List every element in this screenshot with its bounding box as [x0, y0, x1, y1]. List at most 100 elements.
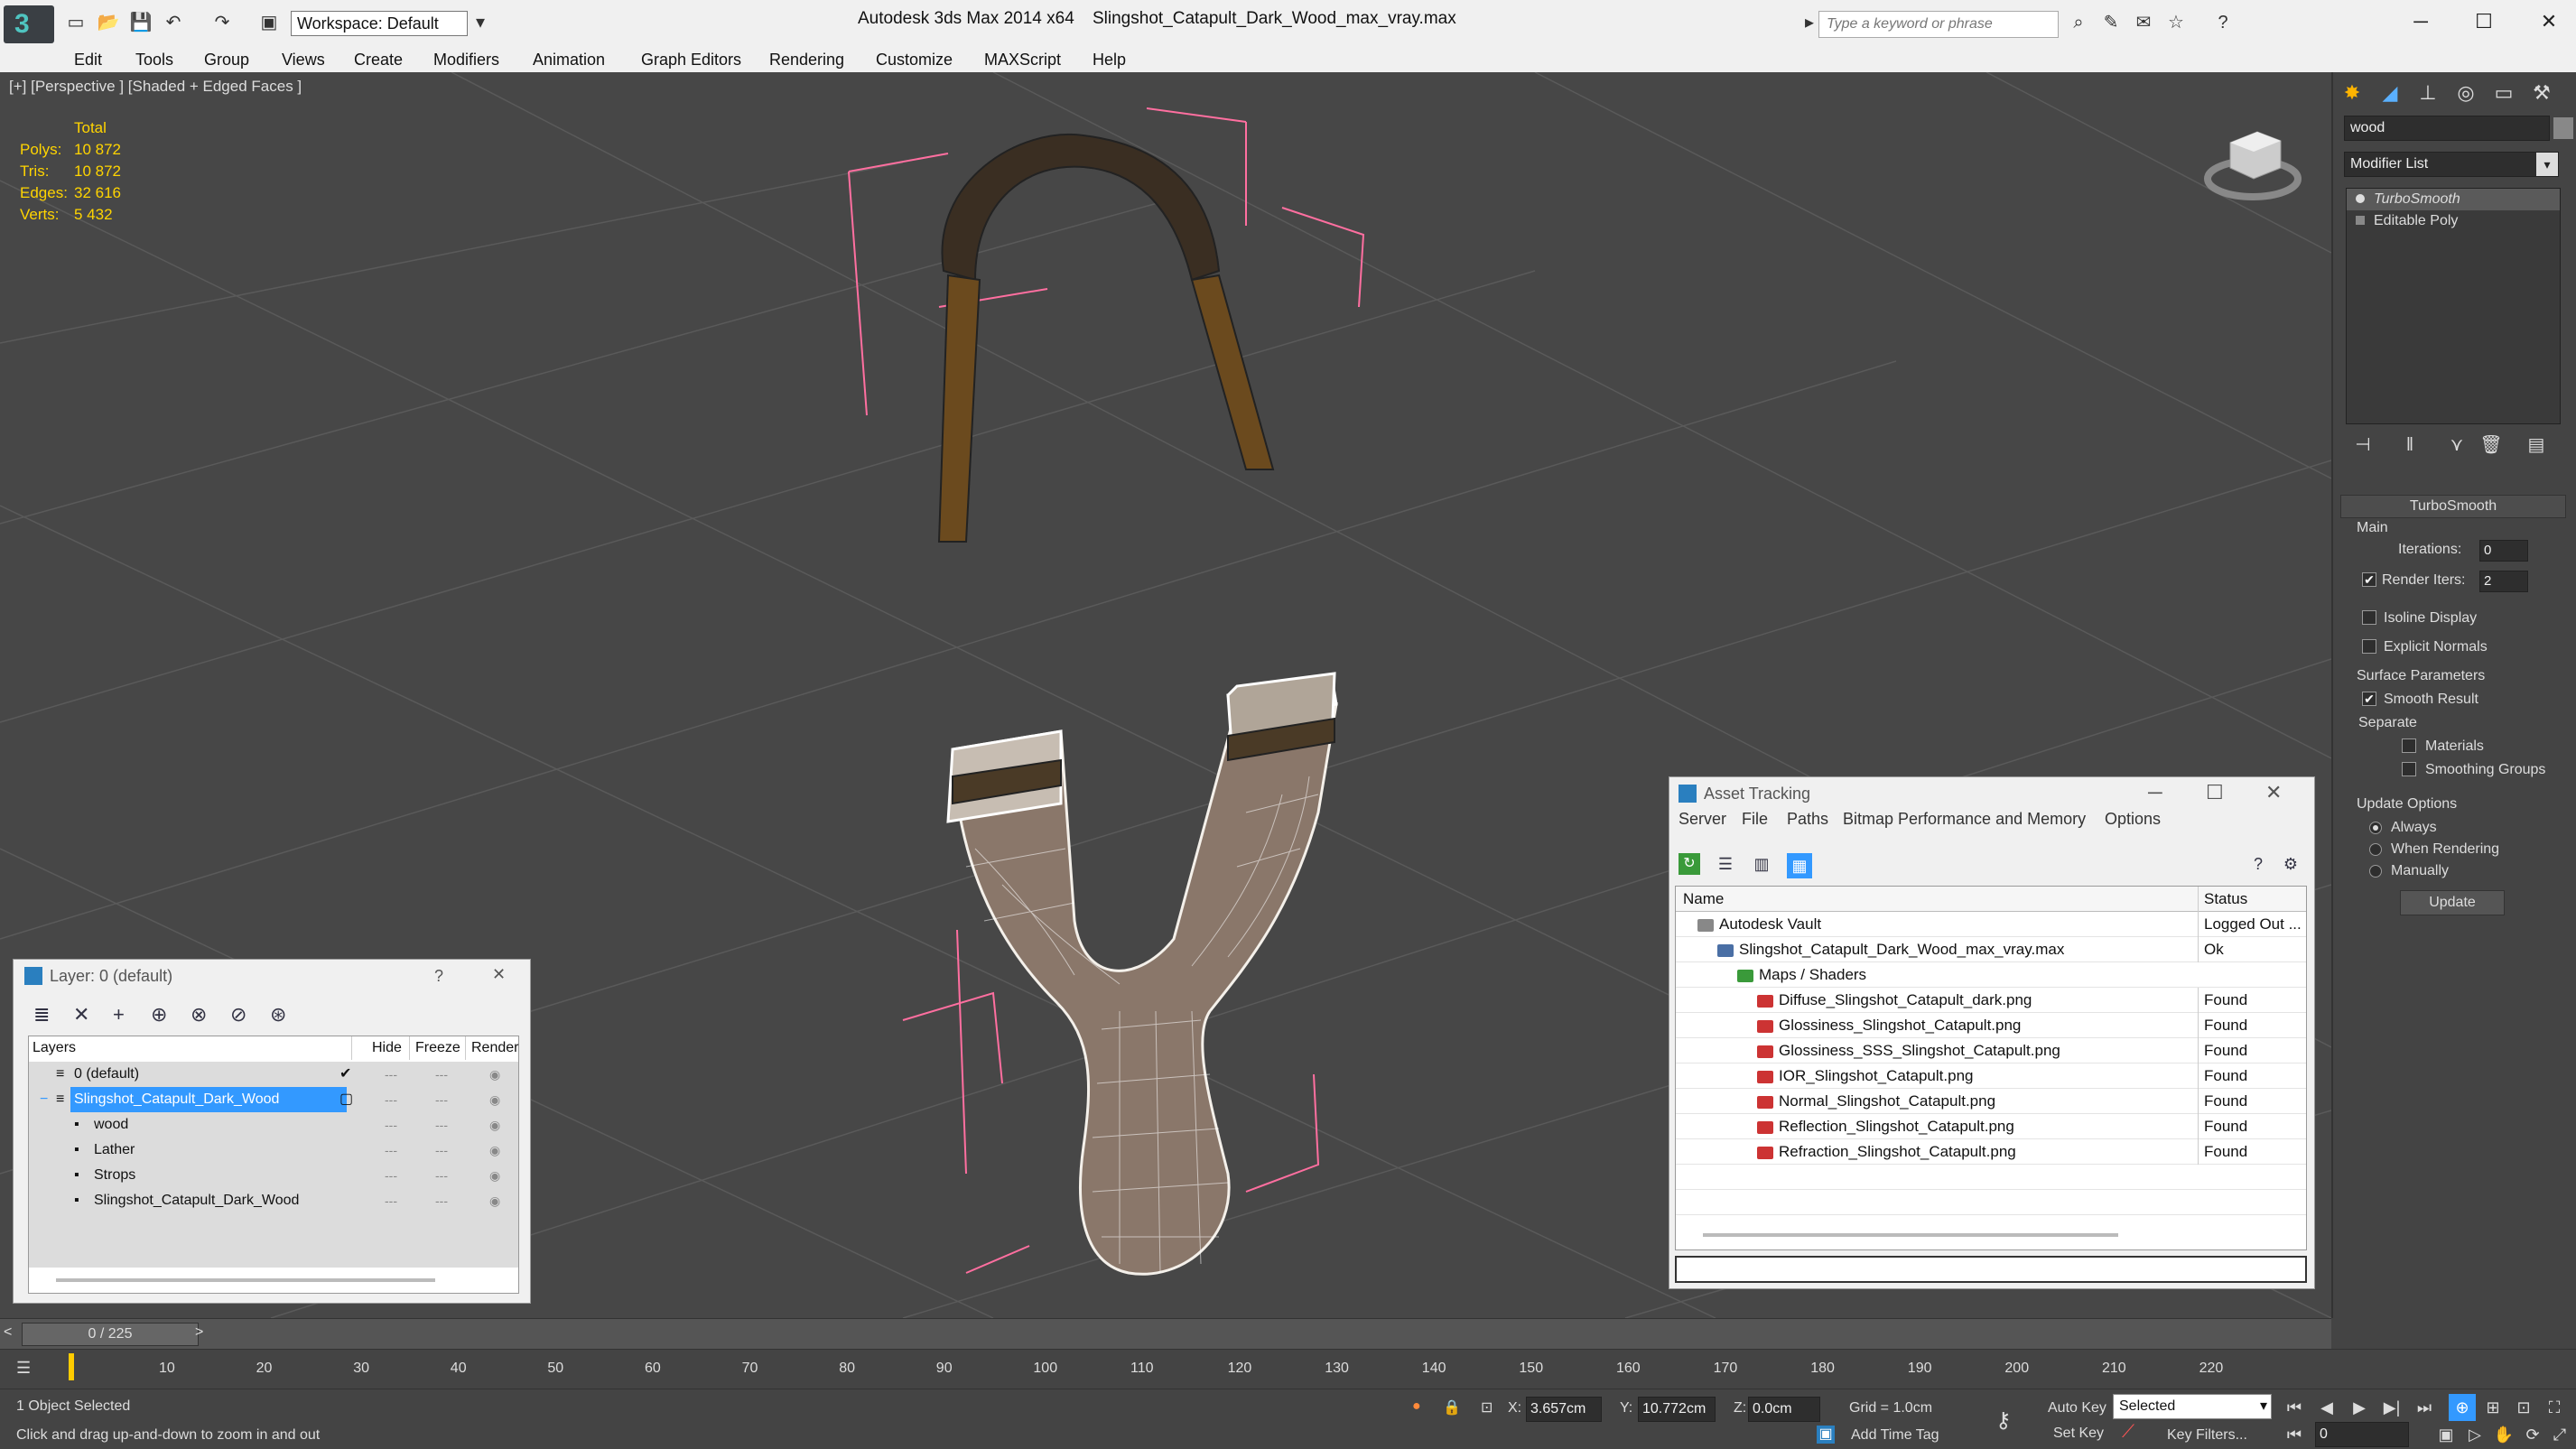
pin-stack-icon[interactable]: ⊣ — [2351, 433, 2375, 457]
menu-rendering[interactable]: Rendering — [769, 51, 844, 70]
next-frame-icon[interactable]: ▶| — [2378, 1394, 2405, 1421]
asset-menu-options[interactable]: Options — [2105, 810, 2161, 829]
close-window-button[interactable]: ✕ — [2528, 5, 2570, 38]
current-layer-check-icon[interactable]: ✔ — [339, 1062, 351, 1087]
communication-icon[interactable]: ✉ — [2131, 11, 2156, 34]
time-slider[interactable]: < 0 / 225 > — [0, 1318, 2331, 1349]
time-config-icon[interactable]: ▣ — [2432, 1421, 2460, 1448]
asset-path-bar[interactable] — [1675, 1256, 2307, 1283]
workspace-dropdown[interactable]: Workspace: Default — [291, 11, 468, 36]
selection-lock-icon[interactable]: 🔒 — [1443, 1398, 1461, 1416]
default-in-out-tangents-icon[interactable]: ⟋ — [2122, 1422, 2134, 1443]
expand-icon[interactable] — [2356, 216, 2365, 225]
open-file-icon[interactable]: 📂 — [96, 11, 121, 34]
object-row[interactable]: ▪ wood --- --- ◉ — [29, 1112, 518, 1138]
maximize-viewport-icon[interactable]: ⛶ — [2541, 1394, 2568, 1421]
isoline-display-checkbox[interactable] — [2362, 610, 2376, 625]
field-of-view-icon[interactable]: ▷ — [2461, 1421, 2488, 1448]
menu-create[interactable]: Create — [354, 51, 403, 70]
pan-icon[interactable]: ✋ — [2490, 1421, 2517, 1448]
isolate-icon[interactable]: ● — [1412, 1398, 1421, 1415]
add-time-tag[interactable]: Add Time Tag — [1851, 1427, 1939, 1444]
col-name[interactable]: Name — [1683, 887, 1724, 912]
app-logo[interactable]: 3 — [4, 5, 54, 43]
x-coordinate-field[interactable]: 3.657cm — [1526, 1397, 1602, 1422]
object-row[interactable]: ▪ Strops --- --- ◉ — [29, 1163, 518, 1188]
lightbulb-icon[interactable] — [2356, 194, 2365, 203]
set-key-icon[interactable]: ⚷ — [1995, 1407, 2012, 1434]
undo-icon[interactable]: ↶ — [161, 11, 186, 34]
menu-graph-editors[interactable]: Graph Editors — [641, 51, 741, 70]
viewport-label[interactable]: [+] [Perspective ] [Shaded + Edged Faces… — [9, 78, 302, 96]
time-slider-thumb[interactable]: 0 / 225 — [22, 1323, 199, 1346]
absolute-mode-icon[interactable]: ⊡ — [1481, 1398, 1493, 1416]
help-icon[interactable]: ? — [2210, 11, 2236, 34]
zoom-icon[interactable]: ⊕ — [2449, 1394, 2476, 1421]
asset-row[interactable]: Diffuse_Slingshot_Catapult_dark.png Found — [1676, 988, 2306, 1013]
play-icon[interactable]: ▶ — [2346, 1394, 2373, 1421]
selection-set-dropdown[interactable]: Selected ▾ — [2113, 1394, 2272, 1419]
asset-row[interactable]: Glossiness_SSS_Slingshot_Catapult.png Fou… — [1676, 1038, 2306, 1064]
set-key-button[interactable]: Set Key — [2053, 1426, 2104, 1442]
freeze-all-icon[interactable]: ⊛ — [270, 1003, 286, 1026]
object-name-field[interactable]: wood — [2344, 116, 2550, 141]
manually-radio[interactable] — [2369, 865, 2382, 878]
project-folder-icon[interactable]: ▣ — [256, 11, 282, 34]
always-radio[interactable] — [2369, 822, 2382, 834]
binoculars-icon[interactable]: ⌕ — [2066, 11, 2091, 34]
modify-tab-icon[interactable]: ◢ — [2375, 78, 2405, 108]
z-coordinate-field[interactable]: 0.0cm — [1748, 1397, 1820, 1422]
configure-sets-icon[interactable]: ▤ — [2525, 433, 2548, 457]
render-iters-checkbox[interactable]: ✔ — [2362, 572, 2376, 587]
zoom-all-icon[interactable]: ⊞ — [2479, 1394, 2506, 1421]
layer-help-button[interactable]: ? — [434, 967, 443, 986]
hierarchy-tab-icon[interactable]: ⊥ — [2413, 78, 2443, 108]
layer-horizontal-scrollbar[interactable] — [56, 1278, 435, 1282]
redo-icon[interactable]: ↷ — [209, 11, 235, 34]
current-frame-field[interactable]: 0 — [2315, 1422, 2409, 1447]
menu-animation[interactable]: Animation — [533, 51, 605, 70]
minimize-window-button[interactable]: ─ — [2400, 5, 2441, 38]
iterations-spinner[interactable]: 0 — [2479, 540, 2528, 562]
track-bar[interactable]: ☰ 10 20 30 40 50 60 70 80 90 100 110 120 130 140 150 16… — [0, 1349, 2576, 1389]
explicit-normals-checkbox[interactable] — [2362, 639, 2376, 654]
maximize-toggle-icon[interactable]: ⤢ — [2546, 1421, 2573, 1448]
time-tag-icon[interactable]: ▣ — [1817, 1426, 1835, 1444]
zoom-extents-icon[interactable]: ⊡ — [2510, 1394, 2537, 1421]
stack-item-turbosmooth[interactable]: TurboSmooth — [2347, 189, 2560, 210]
col-render[interactable]: Render — [471, 1036, 520, 1060]
asset-settings-icon[interactable]: ⚙ — [2280, 853, 2302, 875]
utilities-tab-icon[interactable]: ⚒ — [2526, 78, 2557, 108]
motion-tab-icon[interactable]: ◎ — [2450, 78, 2481, 108]
collapse-icon[interactable]: − — [40, 1087, 48, 1112]
y-coordinate-field[interactable]: 10.772cm — [1638, 1397, 1716, 1422]
time-next-icon[interactable]: > — [195, 1324, 203, 1341]
col-status[interactable]: Status — [2198, 887, 2306, 912]
table-view-icon[interactable]: ▦ — [1787, 853, 1812, 878]
col-hide[interactable]: Hide — [372, 1036, 410, 1060]
list-view-icon[interactable]: ☰ — [1715, 853, 1736, 875]
asset-row[interactable]: Glossiness_Slingshot_Catapult.png Found — [1676, 1013, 2306, 1038]
modifier-list-dropdown[interactable]: Modifier List ▾ — [2344, 152, 2559, 177]
current-layer-box-icon[interactable]: ▢ — [339, 1087, 353, 1112]
key-mode-icon[interactable]: ⏮ — [2281, 1421, 2308, 1448]
menu-modifiers[interactable]: Modifiers — [433, 51, 499, 70]
keyword-search-input[interactable]: Type a keyword or phrase — [1818, 11, 2059, 38]
object-row[interactable]: ▪ Slingshot_Catapult_Dark_Wood --- --- ◉ — [29, 1188, 518, 1213]
turbosmooth-rollout-header[interactable]: TurboSmooth — [2340, 495, 2566, 518]
time-prev-icon[interactable]: < — [4, 1324, 12, 1341]
asset-row[interactable]: Slingshot_Catapult_Dark_Wood_max_vray.ma… — [1676, 937, 2306, 962]
layer-row[interactable]: − ≡ Slingshot_Catapult_Dark_Wood ▢ --- --- ◉ — [29, 1087, 518, 1112]
asset-menu-paths[interactable]: Paths — [1787, 810, 1828, 829]
asset-close-button[interactable]: ✕ — [2265, 781, 2282, 804]
refresh-icon[interactable]: ↻ — [1679, 853, 1700, 875]
go-to-end-icon[interactable]: ⏭ — [2411, 1394, 2438, 1421]
asset-menu-file[interactable]: File — [1742, 810, 1768, 829]
orbit-icon[interactable]: ⟳ — [2519, 1421, 2546, 1448]
viewcube[interactable] — [2203, 116, 2302, 202]
highlight-layer-icon[interactable]: ⊗ — [191, 1003, 207, 1026]
display-tab-icon[interactable]: ▭ — [2488, 78, 2519, 108]
save-icon[interactable]: 💾 — [128, 11, 153, 34]
make-unique-icon[interactable]: ⋎ — [2445, 433, 2469, 457]
asset-horizontal-scrollbar[interactable] — [1703, 1233, 2118, 1237]
